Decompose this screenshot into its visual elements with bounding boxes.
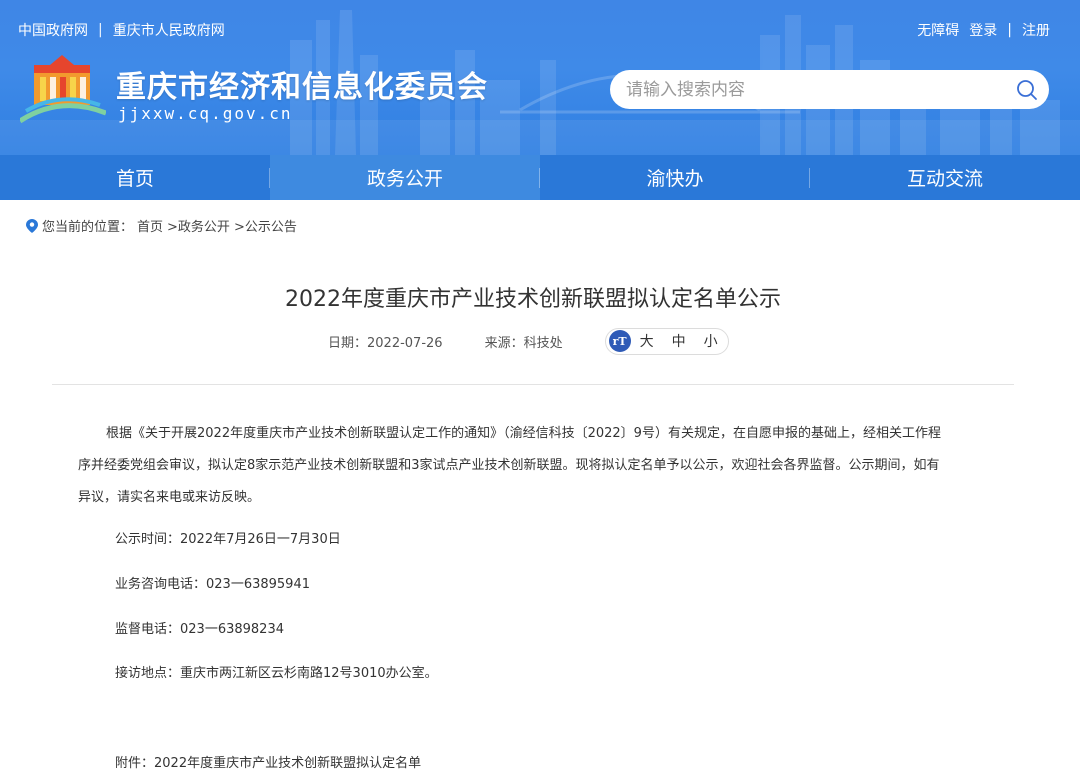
notice-period: 公示时间：2022年7月26日一7月30日 <box>115 532 341 547</box>
breadcrumb-gov-affairs[interactable]: >政务公开 <box>167 216 230 235</box>
location-pin-icon <box>26 218 38 233</box>
article-source: 来源：科技处 <box>484 335 563 351</box>
body-line: 序并经委党组会审议，拟认定8家示范产业技术创新联盟和3家试点产业技术创新联盟。现… <box>78 458 940 473</box>
article-meta: 日期：2022-07-26 来源：科技处 rT 大 中 小 <box>328 327 729 355</box>
site-header: 中国政府网 | 重庆市人民政府网 无障碍 登录 | 注册 重庆市经济和信息化委员… <box>0 0 1080 155</box>
body-line: 根据《关于开展2022年度重庆市产业技术创新联盟认定工作的通知》（渝经信科技〔2… <box>106 426 941 441</box>
nav-item-gov-affairs[interactable]: 政务公开 <box>270 155 540 200</box>
breadcrumb-notices[interactable]: >公示公告 <box>234 216 297 235</box>
breadcrumb: 您当前的位置： 首页 >政务公开 >公示公告 <box>26 216 297 235</box>
nav-item-interaction[interactable]: 互动交流 <box>810 155 1080 200</box>
font-size-medium-button[interactable]: 中 <box>663 331 695 351</box>
nav-item-label: 政务公开 <box>366 168 443 190</box>
user-links: 无障碍 登录 | 注册 <box>917 20 1050 40</box>
font-size-switcher: rT 大 中 小 <box>604 327 729 355</box>
nav-item-label: 渝快办 <box>646 168 704 190</box>
breadcrumb-home[interactable]: 首页 <box>137 216 163 235</box>
site-domain: jjxxw.cq.gov.cn <box>118 104 293 123</box>
top-links: 中国政府网 | 重庆市人民政府网 <box>18 20 225 40</box>
accessibility-link[interactable]: 无障碍 <box>917 20 959 40</box>
title-divider <box>52 384 1014 385</box>
nav-item-home[interactable]: 首页 <box>0 155 270 200</box>
site-title[interactable]: 重庆市经济和信息化委员会 <box>116 62 488 106</box>
nav-item-label: 首页 <box>115 168 154 190</box>
font-size-small-button[interactable]: 小 <box>695 331 727 351</box>
login-link[interactable]: 登录 <box>969 20 997 40</box>
main-nav: 首页 政务公开 渝快办 互动交流 <box>0 155 1080 200</box>
search-input[interactable] <box>626 79 1005 100</box>
nav-item-label: 互动交流 <box>906 168 983 190</box>
cq-gov-link[interactable]: 重庆市人民政府网 <box>113 20 225 40</box>
article-body: 根据《关于开展2022年度重庆市产业技术创新联盟认定工作的通知》（渝经信科技〔2… <box>78 418 990 514</box>
register-link[interactable]: 注册 <box>1022 20 1050 40</box>
article-title: 2022年度重庆市产业技术创新联盟拟认定名单公示 <box>285 287 781 312</box>
attachment-link[interactable]: 附件：2022年度重庆市产业技术创新联盟拟认定名单 <box>115 752 421 771</box>
site-logo[interactable] <box>20 55 106 127</box>
consult-phone: 业务咨询电话：023一63895941 <box>115 577 310 592</box>
search-icon <box>1017 79 1037 100</box>
body-line: 异议，请实名来电或来访反映。 <box>78 490 261 505</box>
font-size-large-button[interactable]: 大 <box>631 331 663 351</box>
reception-address: 接访地点：重庆市两江新区云杉南路12号3010办公室。 <box>115 666 438 681</box>
search-box <box>610 70 1049 109</box>
separator: | <box>98 22 103 38</box>
search-button[interactable] <box>1005 70 1049 109</box>
nav-item-yukuaiban[interactable]: 渝快办 <box>540 155 810 200</box>
breadcrumb-prefix: 您当前的位置： <box>42 220 134 235</box>
gov-cn-link[interactable]: 中国政府网 <box>18 20 88 40</box>
font-size-icon: rT <box>608 330 631 352</box>
separator: | <box>1007 22 1012 38</box>
publish-date: 日期：2022-07-26 <box>328 335 443 351</box>
supervise-phone: 监督电话：023一63898234 <box>115 622 284 637</box>
